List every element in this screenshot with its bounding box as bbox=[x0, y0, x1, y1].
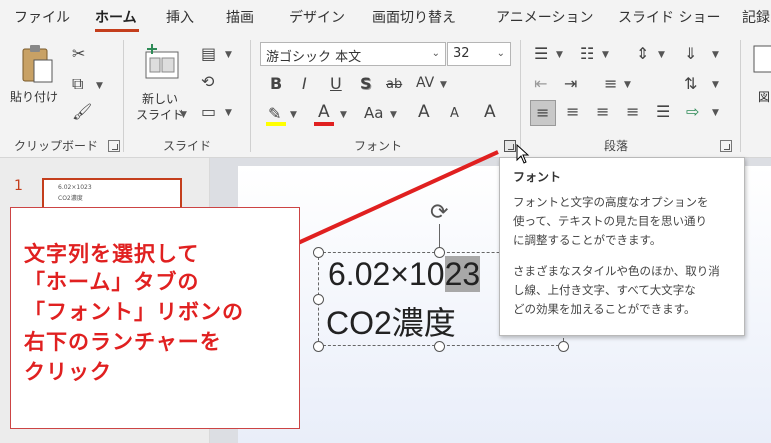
callout-line-1: 文字列を選択して bbox=[24, 242, 200, 266]
callout-line-4: 右下のランチャーを bbox=[24, 330, 222, 354]
tooltip-title: フォント bbox=[513, 170, 562, 184]
tooltip-line: し線、上付き文字、すべて大文字な bbox=[513, 283, 696, 297]
tooltip-line: に調整することができます。 bbox=[513, 233, 662, 247]
callout-line-3: 「フォント」リボンの bbox=[24, 300, 244, 324]
tooltip-line: どの効果を加えることができます。 bbox=[513, 302, 696, 316]
mouse-cursor-icon bbox=[516, 144, 530, 164]
tooltip-line: フォントと文字の高度なオプションを bbox=[513, 195, 709, 209]
callout-line-2: 「ホーム」タブの bbox=[24, 270, 200, 294]
tooltip-line: さまざまなスタイルや色のほか、取り消 bbox=[513, 264, 720, 278]
callout-line-5: クリック bbox=[24, 360, 112, 384]
tooltip-line: 使って、テキストの見た目を思い通り bbox=[513, 214, 708, 228]
